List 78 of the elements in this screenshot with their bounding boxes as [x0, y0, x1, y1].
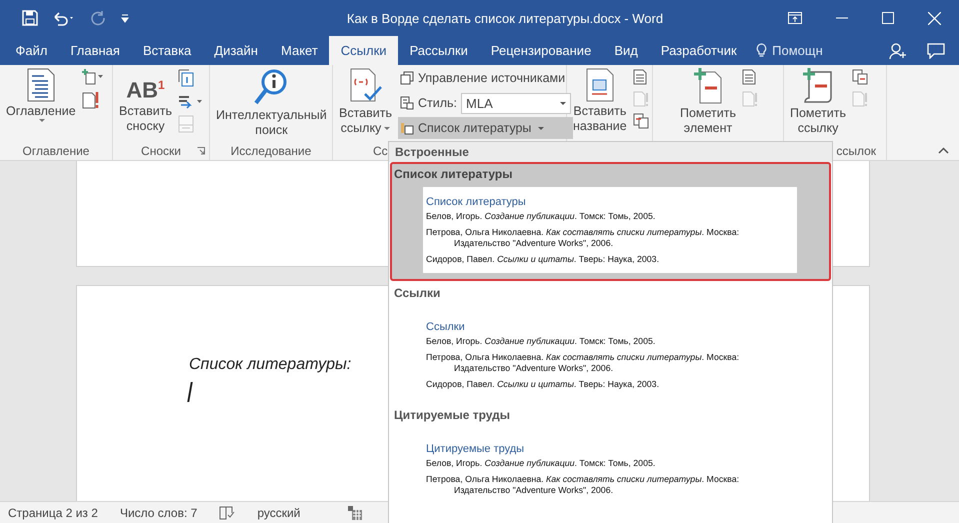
documents-icon [400, 71, 414, 85]
collapse-ribbon-icon[interactable] [938, 147, 949, 154]
ribbon-button[interactable]: Интеллектуальный поиск [214, 67, 329, 139]
undo-icon[interactable] [52, 10, 76, 26]
save-icon[interactable] [22, 10, 38, 26]
ribbon-tab[interactable]: Ссылки [329, 36, 398, 65]
ribbon-button[interactable]: Пометить элемент [678, 67, 738, 137]
ribbon-tab[interactable]: Рассылки [398, 36, 480, 65]
gallery-item-title: Ссылки [393, 286, 442, 301]
bibliography-entry: Сидоров, Павел. Ссылки и цитаты. Тверь: Наука, 2003. [426, 254, 660, 265]
page-count[interactable]: Страница 2 из 2 [8, 506, 98, 520]
document-plus-minus-icon [692, 68, 723, 104]
ribbon-display-icon[interactable] [788, 12, 802, 24]
style-label: Стиль: [418, 96, 458, 110]
group-label: Оглавление [22, 144, 90, 158]
gallery-item[interactable] [390, 162, 831, 281]
footnote-icon: AB$^{1}$ [126, 68, 165, 102]
style-icon [400, 96, 414, 110]
ribbon-tab[interactable]: Дизайн [202, 36, 270, 65]
word-count[interactable]: Число слов: 7 [120, 506, 198, 520]
cross-reference-icon[interactable] [632, 113, 649, 129]
ribbon-button[interactable]: Вставить название [571, 67, 629, 135]
bibliography-entry: Белов, Игорь. Создание публикации. Томск: Томь, 2005. [426, 336, 656, 347]
manage-sources-button[interactable]: Управление источниками [398, 67, 574, 89]
dialog-launcher-icon[interactable] [197, 147, 205, 155]
preview-heading: Ссылки [426, 320, 466, 334]
tell-me-field[interactable]: Помощн [772, 43, 823, 58]
proofing-book-icon[interactable] [219, 506, 236, 520]
preview-heading: Список литературы [426, 195, 527, 209]
scroll-plus-minus-icon [801, 68, 835, 104]
ribbon-button[interactable]: Пометить ссылку [788, 67, 848, 137]
ribbon-tab[interactable]: Разработчик [649, 36, 748, 65]
ribbon-tab[interactable]: Файл [4, 36, 59, 65]
comment-icon[interactable] [927, 42, 945, 58]
ribbon-tab[interactable]: Макет [269, 36, 330, 65]
ribbon-button[interactable]: Оглавление [4, 67, 78, 123]
ribbon-button[interactable]: Вставить ссылку [337, 67, 394, 137]
books-icon [400, 121, 414, 135]
share-person-icon[interactable] [889, 42, 907, 60]
bibliography-entry: Петрова, Ольга Николаевна. Как составлять списки литературы. Москва: Издательство "Adventure Works", 2006. [426, 352, 740, 374]
group-label: Исследование [230, 144, 312, 158]
add-text-icon[interactable] [82, 69, 104, 85]
bibliography-entry: Петрова, Ольга Николаевна. Как составлять списки литературы. Москва: Издательство "Adventure Works", 2006. [426, 474, 740, 496]
ribbon-tab[interactable]: Вставка [131, 36, 203, 65]
search-info-icon [254, 68, 288, 106]
document-heading: Список литературы: [189, 356, 352, 374]
lightbulb-icon[interactable] [756, 43, 768, 58]
group-label: Сс [373, 144, 388, 158]
preview-heading: Цитируемые труды [426, 442, 526, 456]
style-dropdown[interactable]: MLA [461, 92, 572, 114]
group-label: ссылок [836, 144, 876, 158]
gallery-section-header: Встроенные [389, 142, 832, 162]
close-icon[interactable] [928, 12, 941, 24]
ribbon-tab[interactable]: Вид [602, 36, 650, 65]
document-image-icon [586, 68, 614, 102]
gallery-item-title: Список литературы [393, 167, 514, 182]
document-lines-icon[interactable] [742, 69, 756, 85]
language[interactable]: русский [257, 506, 300, 520]
window-title: Как в Ворде сделать список литературы.docx - Word [346, 10, 664, 26]
gallery-item[interactable]: Цитируемые труды Цитируемые труды Белов, Игорь. Создание публикации. Томск: Томь, 2005. Петрова, Ольга Николаевна. Как составлять списки литературы. Москва: Издательство "Adventure Works", 2006. [390, 403, 831, 509]
group-label: Сноски [141, 144, 181, 158]
ribbon-button[interactable]: AB$^{1}$ Вставить сноску [117, 67, 174, 135]
bibliography-entry: Белов, Игорь. Создание публикации. Томск: Томь, 2005. [426, 458, 656, 469]
gallery-item-title: Цитируемые труды [393, 408, 512, 423]
document-lines-icon [26, 68, 55, 102]
bibliography-entry: Петрова, Ольга Николаевна. Как составлять списки литературы. Москва: Издательство "Adventure Works", 2006. [426, 227, 740, 249]
document-lines-icon[interactable] [632, 69, 647, 85]
ribbon-tab[interactable]: Рецензирование [479, 36, 603, 65]
customize-icon[interactable] [120, 13, 130, 23]
maximize-icon[interactable] [882, 12, 894, 24]
update-table-icon[interactable] [82, 91, 100, 109]
document-check-icon [350, 68, 382, 104]
bibliography-entry: Сидоров, Павел. Ссылки и цитаты. Тверь: Наука, 2003. [426, 379, 660, 390]
ribbon-tab[interactable]: Главная [58, 36, 132, 65]
bibliography-button[interactable]: Список литературы [398, 117, 574, 139]
bibliography-entry: Белов, Игорь. Создание публикации. Томск: Томь, 2005. [426, 211, 656, 222]
minimize-icon[interactable] [836, 17, 848, 19]
text-cursor [187, 382, 193, 402]
